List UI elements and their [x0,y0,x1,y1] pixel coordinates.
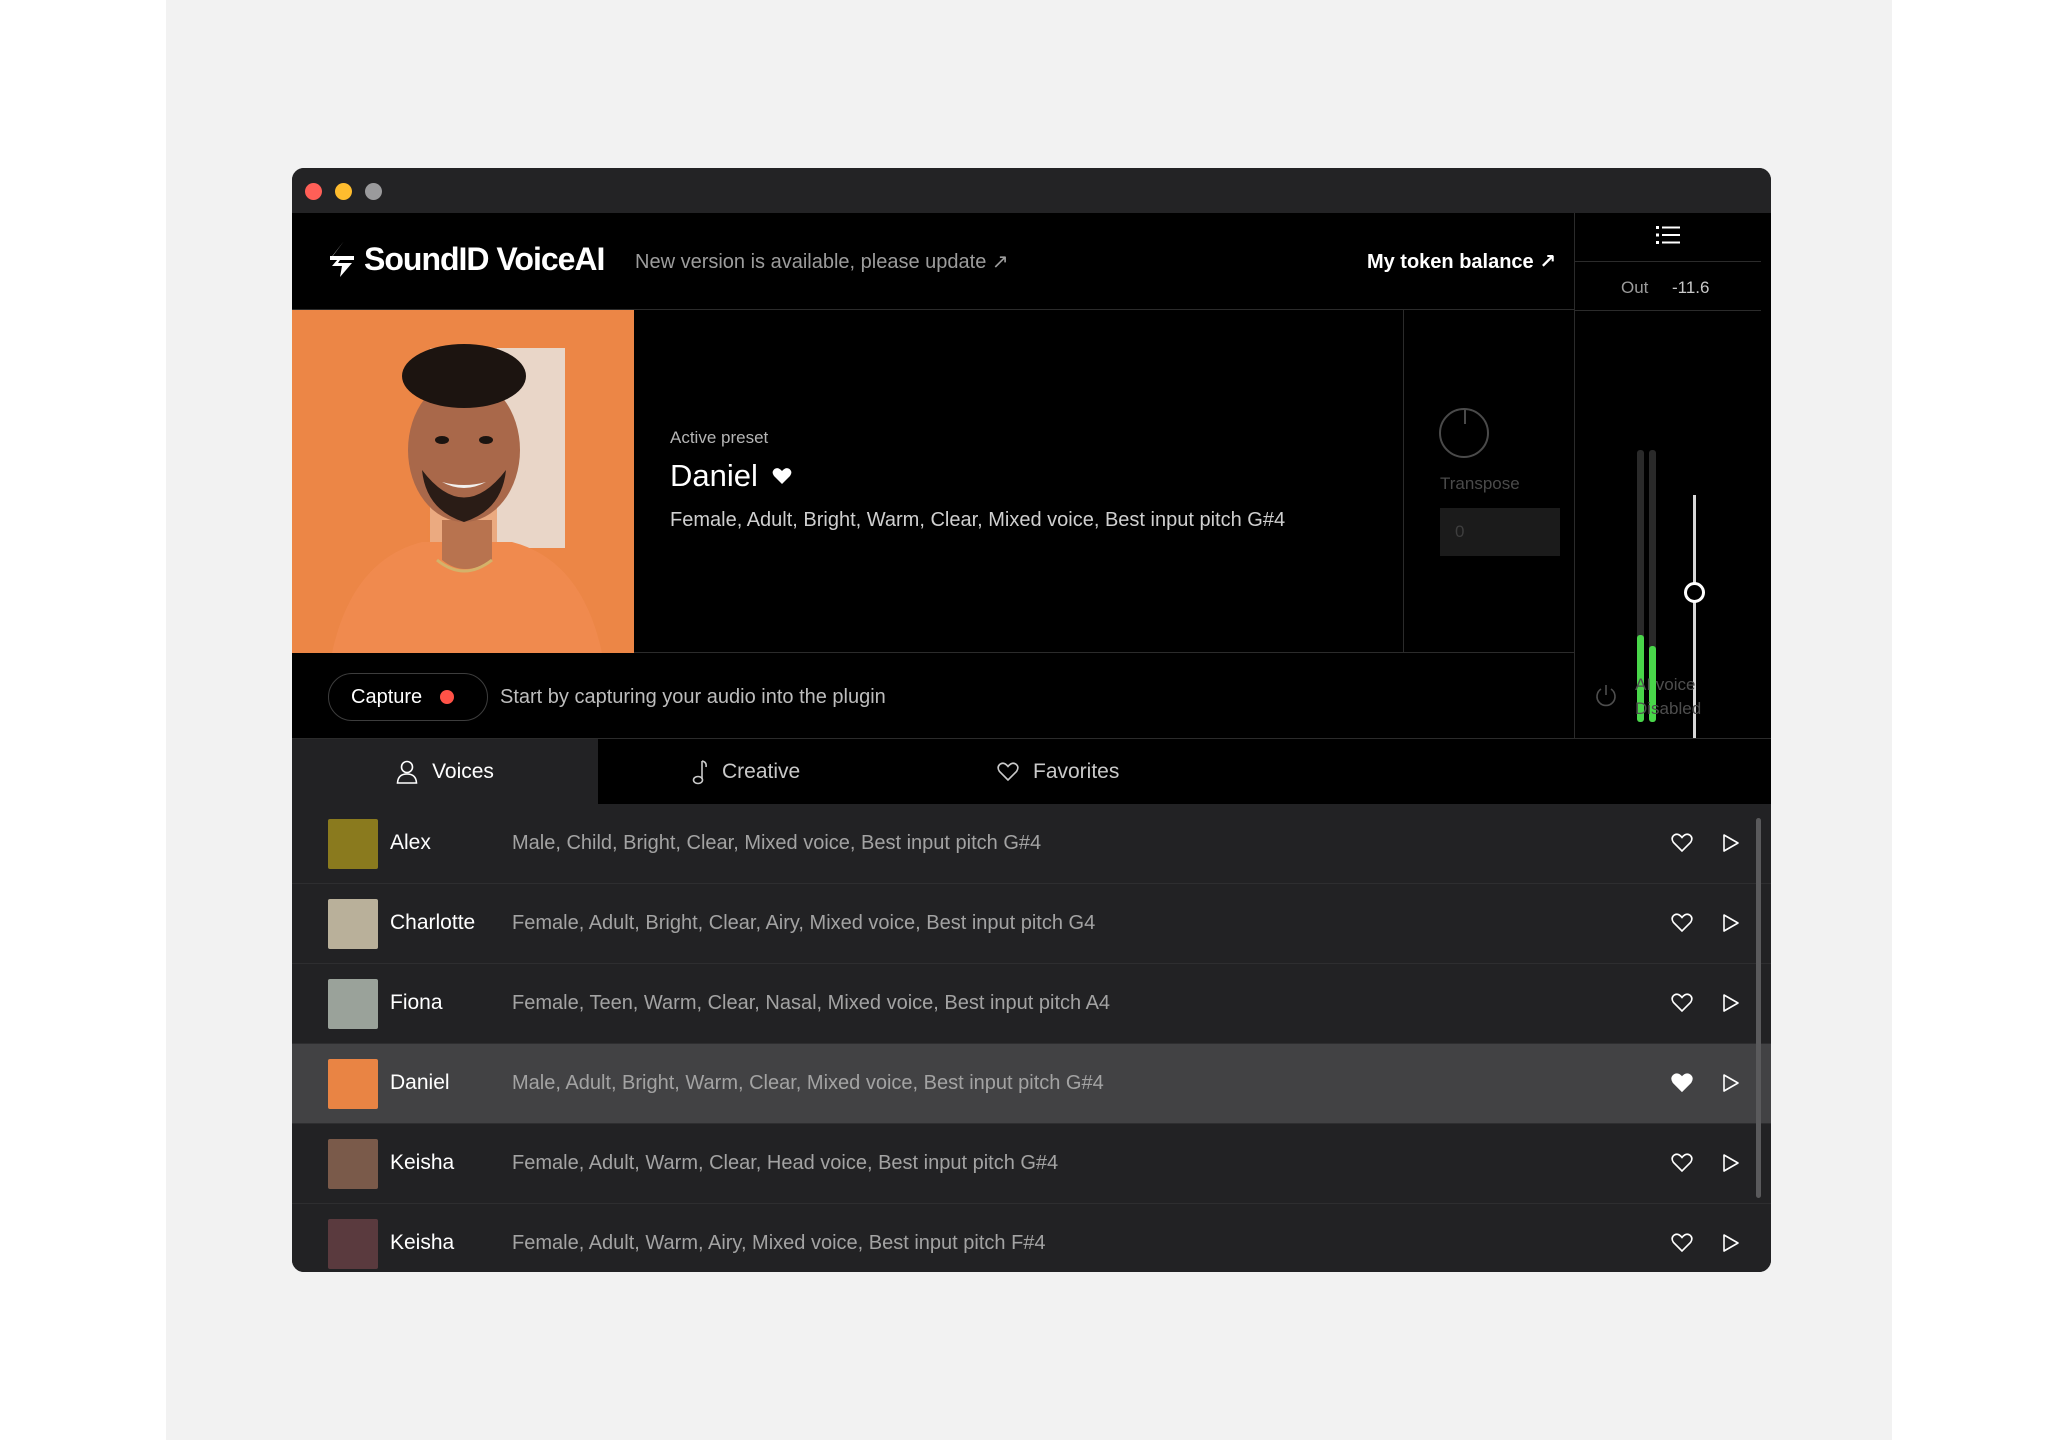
play-icon[interactable] [1722,993,1740,1013]
tab-voices-label: Voices [432,759,494,783]
play-icon[interactable] [1722,1073,1740,1093]
external-link-icon: ↗ [1533,251,1556,273]
play-icon[interactable] [1722,1233,1740,1253]
voice-avatar [328,1059,378,1109]
voice-row[interactable]: Charlotte Female, Adult, Bright, Clear, … [292,884,1771,964]
power-icon [1596,685,1616,707]
voice-list: Alex Male, Child, Bright, Clear, Mixed v… [292,804,1771,1272]
transpose-label: Transpose [1440,474,1520,493]
voice-name: Alex [390,831,431,854]
active-preset-title: Daniel [670,458,792,494]
output-readout: Out -11.6 [1575,261,1761,311]
tab-creative[interactable]: Creative [692,739,800,804]
play-icon[interactable] [1722,1153,1740,1173]
logo-text: SoundID VoiceAI [364,240,605,277]
heart-filled-icon[interactable] [772,467,792,485]
active-preset-tags: Female, Adult, Bright, Warm, Clear, Mixe… [670,509,1286,531]
active-preset-label: Active preset [670,428,769,447]
voice-tags: Female, Adult, Bright, Clear, Airy, Mixe… [512,912,1096,934]
voice-avatar [328,899,378,949]
voice-name: Keisha [390,1151,455,1174]
minimize-window-button[interactable] [335,183,352,200]
voice-row[interactable]: Keisha Female, Adult, Warm, Clear, Head … [292,1124,1771,1204]
active-preset-panel: Active preset Daniel Female, Adult, Brig… [634,310,1404,653]
play-icon[interactable] [1722,913,1740,933]
token-balance-text: My token balance [1366,251,1534,273]
voice-tags: Male, Adult, Bright, Warm, Clear, Mixed … [512,1072,1104,1094]
record-dot-icon [440,690,455,704]
voice-tags: Male, Child, Bright, Clear, Mixed voice,… [512,832,1042,854]
voice-avatar [328,1219,378,1269]
voice-row[interactable]: Alex Male, Child, Bright, Clear, Mixed v… [292,804,1771,884]
favorite-heart-icon[interactable] [1671,1233,1693,1253]
active-preset-name: Daniel [670,458,758,493]
voice-name: Keisha [390,1231,455,1254]
voice-row[interactable]: Fiona Female, Teen, Warm, Clear, Nasal, … [292,964,1771,1044]
voice-avatar [328,1139,378,1189]
voice-name: Daniel [390,1071,450,1094]
tab-favorites-label: Favorites [1033,759,1120,783]
play-icon[interactable] [1722,833,1740,853]
transpose-knob[interactable] [1439,408,1489,458]
transpose-input[interactable]: 0 [1440,508,1560,556]
voice-row[interactable]: Daniel Male, Adult, Bright, Warm, Clear,… [292,1044,1771,1124]
update-notice-text: New version is available, please update [635,251,987,273]
output-fader-handle[interactable] [1684,582,1705,603]
favorite-heart-icon[interactable] [1671,913,1693,933]
favorite-heart-icon[interactable] [1671,1073,1693,1093]
tab-voices[interactable]: Voices [292,739,598,804]
ai-voice-title: AI voice [1635,675,1696,694]
external-link-icon: ↗ [986,251,1009,273]
favorite-heart-icon[interactable] [1671,993,1693,1013]
voice-tags: Female, Adult, Warm, Clear, Head voice, … [512,1152,1059,1174]
ai-voice-toggle[interactable]: AI voice Disabled [1574,653,1771,739]
favorite-heart-icon[interactable] [1671,833,1693,853]
menu-list-icon[interactable] [1656,225,1680,245]
logo: SoundID VoiceAI [328,239,605,279]
capture-bar: Capture Start by capturing your audio in… [292,653,1574,739]
active-preset-image [292,310,634,653]
capture-hint: Start by capturing your audio into the p… [500,686,886,708]
favorite-heart-icon[interactable] [1671,1153,1693,1173]
ai-voice-status: Disabled [1635,699,1702,718]
header: SoundID VoiceAI New version is available… [292,213,1574,310]
voice-tags: Female, Teen, Warm, Clear, Nasal, Mixed … [512,992,1111,1014]
output-label: Out [1621,278,1649,297]
zoom-window-button[interactable] [365,183,382,200]
update-link[interactable]: New version is available, please update … [635,249,1009,274]
soundid-logo-icon [330,241,354,277]
voice-name: Charlotte [390,911,476,934]
title-bar [292,168,1771,213]
tab-bar: Voices Creative Favorites [292,739,1771,804]
voice-row[interactable]: Keisha Female, Adult, Warm, Airy, Mixed … [292,1204,1771,1272]
voice-list-scrollbar[interactable] [1756,818,1761,1198]
output-value: -11.6 [1672,278,1710,297]
close-window-button[interactable] [305,183,322,200]
portrait-illustration [292,310,634,653]
voice-avatar [328,979,378,1029]
ai-voice-text: AI voice Disabled [1635,673,1701,721]
heart-icon [997,761,1019,781]
tab-favorites[interactable]: Favorites [997,739,1119,804]
voice-name: Fiona [390,991,443,1014]
person-icon [396,760,418,784]
voice-tags: Female, Adult, Warm, Airy, Mixed voice, … [512,1232,1046,1254]
token-balance-link[interactable]: My token balance ↗ [1367,249,1556,274]
capture-button[interactable]: Capture [328,673,488,721]
transpose-panel: Transpose 0 [1404,310,1574,653]
tab-creative-label: Creative [722,759,801,783]
music-note-icon [692,759,707,784]
plugin-window: SoundID VoiceAI New version is available… [292,168,1771,1272]
capture-button-label: Capture [351,685,423,708]
voice-avatar [328,819,378,869]
